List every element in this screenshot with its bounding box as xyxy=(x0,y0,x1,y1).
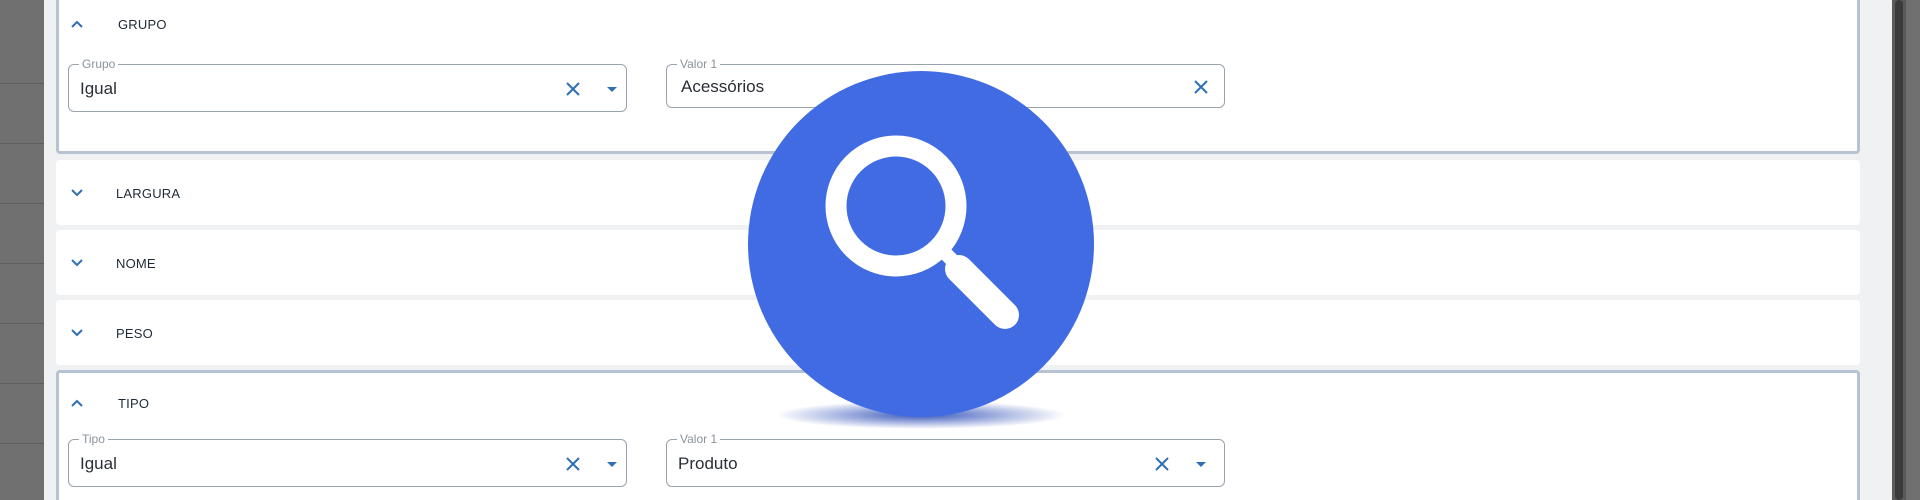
field-legend: Valor 1 xyxy=(677,57,721,71)
field-value: Igual xyxy=(80,79,117,98)
dropdown-arrow-icon[interactable] xyxy=(1191,454,1211,474)
grupo-operator-select[interactable]: Grupo Igual xyxy=(68,57,627,112)
section-title: GRUPO xyxy=(118,17,167,32)
section-header-grupo[interactable]: GRUPO xyxy=(59,3,1857,43)
field-legend: Valor 1 xyxy=(677,432,721,446)
tipo-operator-select[interactable]: Tipo Igual xyxy=(68,432,627,487)
chevron-up-icon[interactable] xyxy=(69,395,85,411)
backdrop-row-divider xyxy=(0,323,44,324)
backdrop-row-divider xyxy=(0,263,44,264)
backdrop-row-divider xyxy=(0,83,44,84)
field-value: Igual xyxy=(80,454,117,473)
section-title: NOME xyxy=(116,256,156,271)
clear-icon[interactable] xyxy=(1152,454,1172,474)
backdrop-row-divider xyxy=(0,203,44,204)
search-icon xyxy=(748,71,1094,429)
clear-icon[interactable] xyxy=(563,454,583,474)
dropdown-arrow-icon[interactable] xyxy=(602,79,622,99)
section-title: LARGURA xyxy=(116,186,181,201)
chevron-up-icon[interactable] xyxy=(69,16,85,32)
field-legend: Grupo xyxy=(79,57,119,71)
field-legend: Tipo xyxy=(79,432,108,446)
section-title: TIPO xyxy=(118,396,150,411)
backdrop-row-divider xyxy=(0,383,44,384)
clear-icon[interactable] xyxy=(563,79,583,99)
field-value: Produto xyxy=(678,454,738,473)
chevron-down-icon[interactable] xyxy=(69,185,85,201)
panel-scrollbar-thumb[interactable] xyxy=(1895,0,1903,500)
section-title: PESO xyxy=(116,326,153,341)
backdrop-row-divider xyxy=(0,143,44,144)
chevron-down-icon[interactable] xyxy=(69,325,85,341)
tipo-value-select[interactable]: Valor 1 Produto xyxy=(666,432,1225,487)
backdrop-row-divider xyxy=(0,443,44,444)
chevron-down-icon[interactable] xyxy=(69,255,85,271)
dropdown-arrow-icon[interactable] xyxy=(602,454,622,474)
clear-icon[interactable] xyxy=(1191,77,1211,97)
